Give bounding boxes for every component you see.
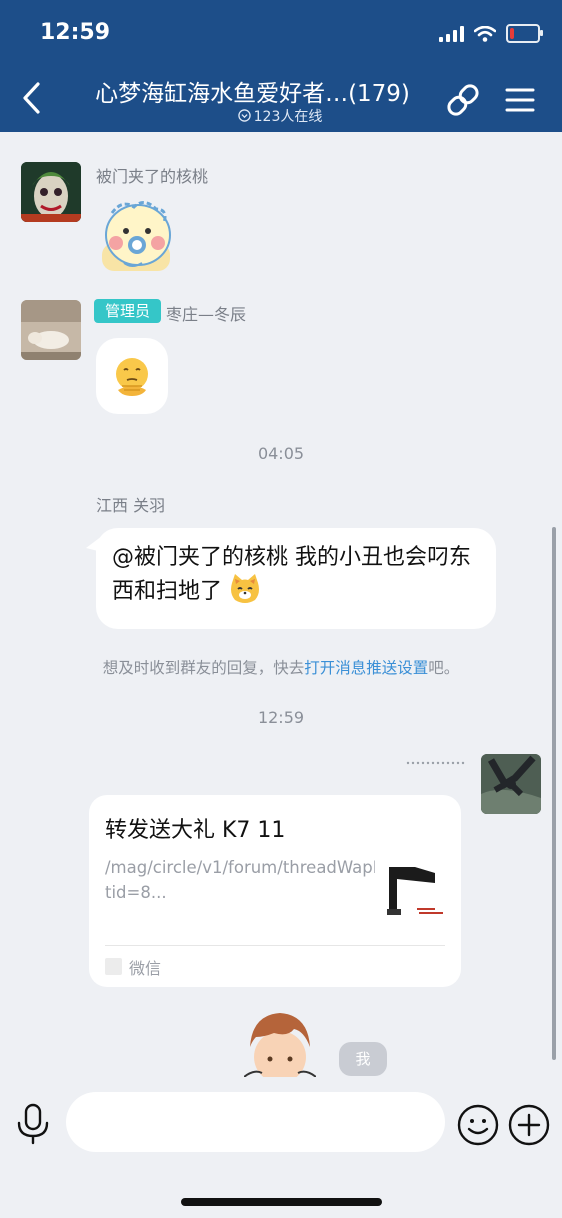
sender-name: 江西 关羽 (96, 496, 166, 515)
online-status: 123人在线 (180, 106, 380, 126)
home-indicator (181, 1198, 382, 1206)
card-description: /mag/circle/v1/forum/threadWapPage?tid=8… (105, 858, 422, 902)
avatar-image (21, 300, 81, 360)
signal-icon (439, 25, 464, 42)
avatar-image (481, 754, 541, 814)
avatar[interactable] (21, 162, 81, 222)
battery-icon (506, 24, 543, 43)
plus-icon[interactable] (508, 1104, 550, 1146)
boy-sticker[interactable] (244, 1007, 316, 1077)
baby-chick-sticker[interactable] (98, 195, 176, 275)
back-arrow-icon[interactable] (18, 80, 48, 116)
menu-icon[interactable] (502, 82, 538, 118)
avatar-image (21, 162, 81, 222)
shared-link-card[interactable]: 转发送大礼 K7 11 /mag/circle/v1/forum/threadW… (89, 795, 461, 987)
status-icons (439, 24, 543, 43)
message-body: @被门夹了的核桃 我的小丑也会叼东西和扫地了 (112, 545, 471, 604)
emoji-icon[interactable] (457, 1104, 499, 1146)
me-badge: 我 (339, 1042, 387, 1076)
admin-badge: 管理员 (94, 299, 161, 323)
scrollbar[interactable] (552, 527, 556, 1060)
notice-text-end: 吧。 (428, 659, 460, 677)
group-title[interactable]: 心梦海缸海水鱼爱好者…(179) (80, 74, 425, 108)
link-icon[interactable] (445, 82, 481, 118)
microphone-icon[interactable] (16, 1103, 50, 1145)
time-divider: 04:05 (257, 444, 305, 463)
chat-messages[interactable]: 被门夹了的核桃 管理员 枣庄—冬辰 04:05 江西 关羽 @被门夹了的核桃 我… (0, 132, 562, 1077)
card-divider (105, 945, 445, 946)
chat-header: 12:59 心梦海缸海水鱼爱好者…(179) 123人在线 (0, 0, 562, 132)
card-title: 转发送大礼 K7 11 (105, 818, 286, 843)
message-text: @被门夹了的核桃 我的小丑也会叼东西和扫地了 (112, 543, 488, 607)
sender-name: 枣庄—冬辰 (166, 305, 247, 324)
source-app-icon (105, 958, 122, 975)
status-time: 12:59 (40, 20, 111, 45)
online-count: 123人在线 (253, 109, 323, 125)
notice-text: 想及时收到群友的回复，快去 (102, 659, 305, 677)
smiling-cat-emoji (231, 574, 260, 603)
my-avatar[interactable] (481, 754, 541, 814)
message-input[interactable] (66, 1092, 445, 1152)
push-notice: 想及时收到群友的回复，快去打开消息推送设置吧。 (0, 656, 562, 678)
sender-name: 被门夹了的核桃 (96, 167, 209, 186)
push-settings-link[interactable]: 打开消息推送设置 (304, 659, 428, 677)
thinking-face-emoji (116, 358, 148, 396)
time-divider: 12:59 (257, 708, 305, 727)
wifi-icon (474, 25, 496, 42)
card-thumbnail (375, 859, 447, 929)
sending-indicator (406, 761, 465, 765)
input-bar (0, 1077, 562, 1218)
card-source: 微信 (129, 959, 162, 978)
check-circle-icon (237, 109, 251, 122)
message-bubble[interactable] (96, 338, 168, 414)
avatar[interactable] (21, 300, 81, 360)
